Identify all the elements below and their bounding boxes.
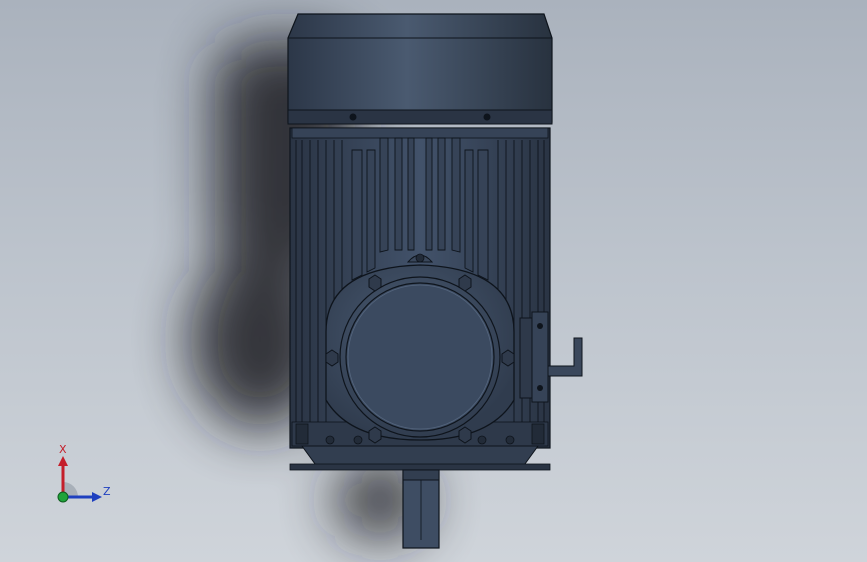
end-flange[interactable] [325,264,515,444]
triad-y-axis-icon [57,491,69,503]
triad-x-label: X [59,443,67,456]
motor-shaft[interactable] [402,469,440,549]
terminal-bracket[interactable] [519,311,583,403]
base-plate[interactable] [289,445,551,471]
triad-x-arrow-icon [58,456,68,466]
fan-cover[interactable] [287,13,553,125]
triad-z-label: Z [103,485,111,498]
graphics-viewport[interactable]: X Z [0,0,867,562]
motor-model-view[interactable] [0,0,867,562]
triad-z-arrow-icon [92,492,102,502]
reference-triad: X Z [40,440,120,510]
